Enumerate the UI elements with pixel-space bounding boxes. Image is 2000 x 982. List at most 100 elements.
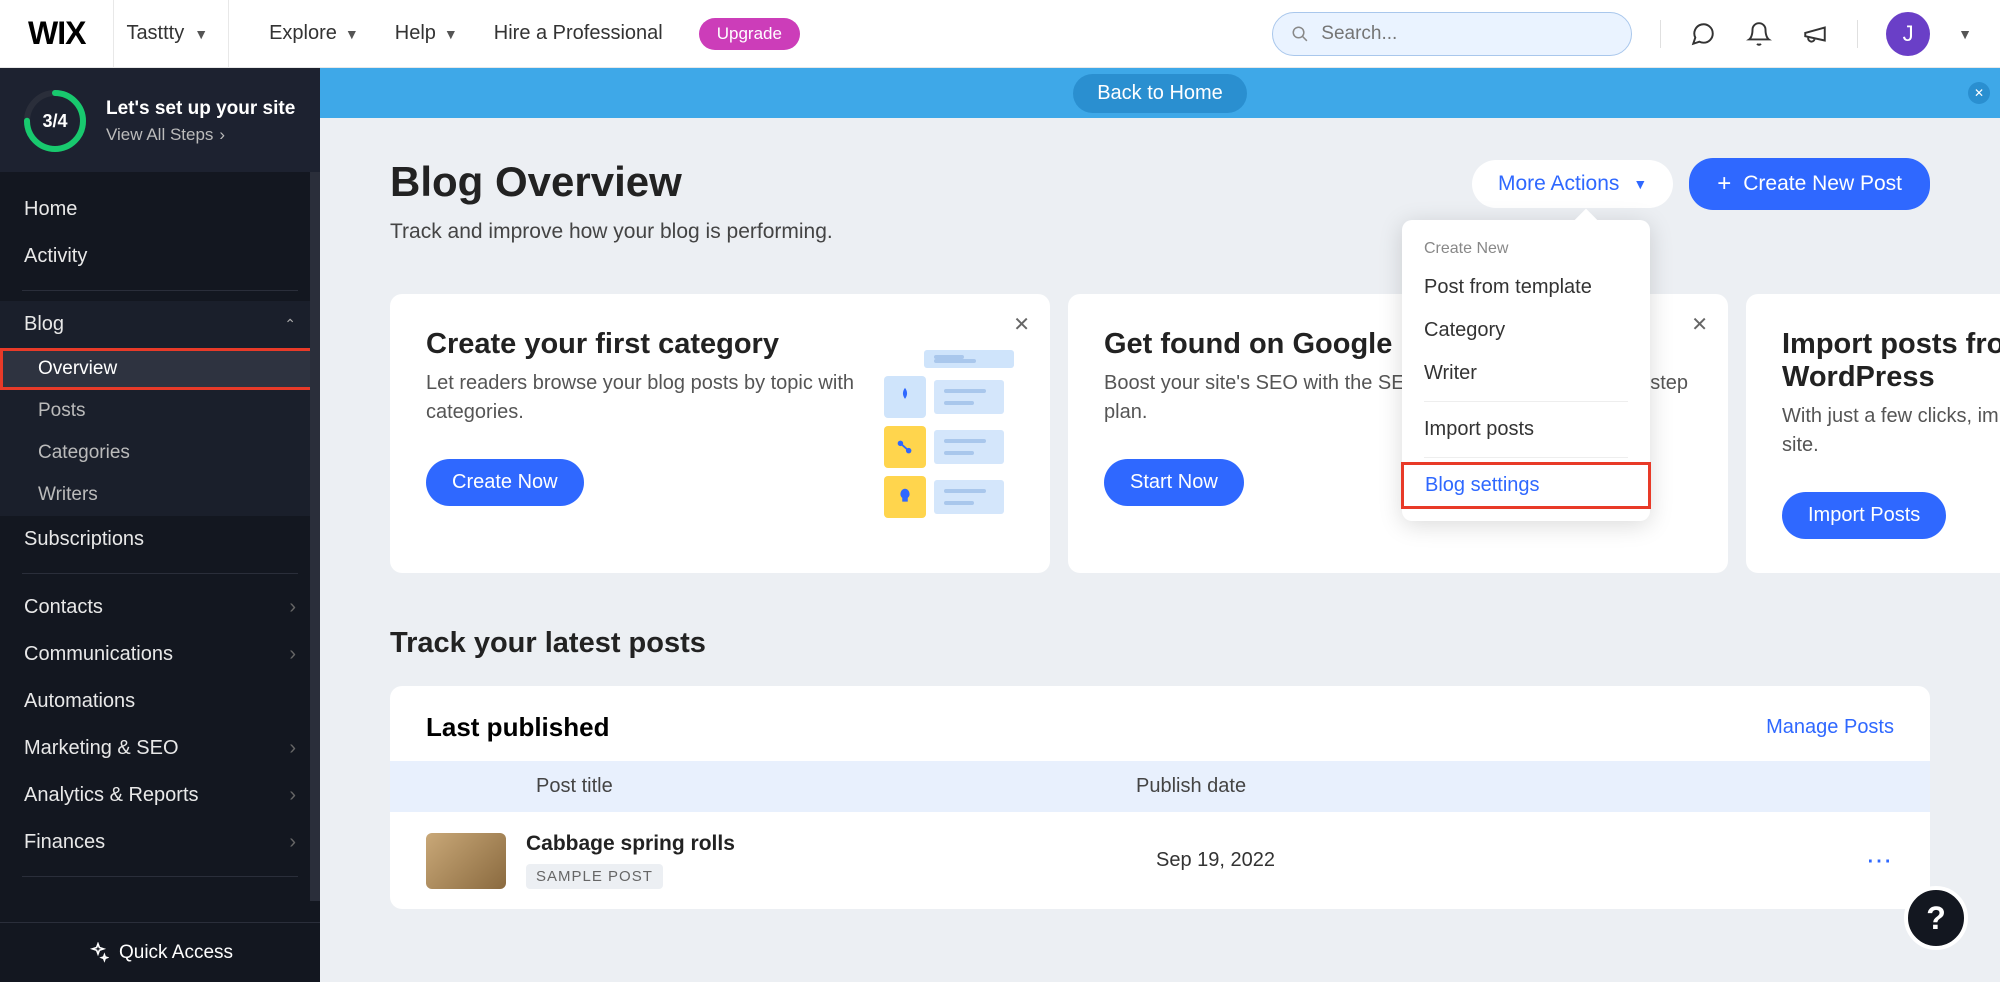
sidebar-item-subscriptions[interactable]: Subscriptions bbox=[0, 516, 320, 563]
label: Communications bbox=[24, 643, 173, 666]
upgrade-button[interactable]: Upgrade bbox=[699, 18, 800, 50]
chevron-down-icon[interactable]: ▼ bbox=[1958, 26, 1972, 42]
sidebar-item-overview[interactable]: Overview bbox=[0, 348, 320, 390]
dd-writer[interactable]: Writer bbox=[1402, 352, 1650, 395]
row-menu-icon[interactable]: ⋯ bbox=[1866, 845, 1894, 876]
sidebar-item-blog[interactable]: Blog ⌃ bbox=[0, 301, 320, 348]
sidebar-item-contacts[interactable]: Contacts› bbox=[0, 584, 320, 631]
avatar[interactable]: J bbox=[1886, 12, 1930, 56]
inbox-icon[interactable] bbox=[1689, 20, 1717, 48]
section-title: Track your latest posts bbox=[390, 627, 1930, 660]
card-text: With just a few clicks, import to your W… bbox=[1782, 402, 2000, 460]
search-input[interactable] bbox=[1321, 23, 1613, 45]
chevron-down-icon: ▼ bbox=[345, 26, 359, 42]
start-now-button[interactable]: Start Now bbox=[1104, 459, 1244, 506]
quick-access-button[interactable]: Quick Access bbox=[0, 922, 320, 982]
chevron-right-icon: › bbox=[289, 737, 296, 760]
dd-import-posts[interactable]: Import posts bbox=[1402, 408, 1650, 451]
sidebar-item-finances[interactable]: Finances › bbox=[0, 819, 320, 866]
more-actions-button[interactable]: More Actions ▼ bbox=[1472, 160, 1673, 208]
nav-hire[interactable]: Hire a Professional bbox=[494, 22, 663, 45]
sidebar-item-posts[interactable]: Posts bbox=[0, 390, 320, 432]
search-box[interactable] bbox=[1272, 12, 1632, 56]
page-subtitle: Track and improve how your blog is perfo… bbox=[390, 220, 833, 244]
topbar: WIX Tasttty ▼ Explore▼ Help▼ Hire a Prof… bbox=[0, 0, 2000, 68]
sidebar-item-analytics[interactable]: Analytics & Reports › bbox=[0, 772, 320, 819]
card-body: Create your first category Let readers b… bbox=[426, 328, 854, 539]
sidebar-group-blog: Blog ⌃ Overview Posts Categories Writers bbox=[0, 301, 320, 516]
cards-row: ✕ Create your first category Let readers… bbox=[390, 294, 1930, 573]
chevron-down-icon: ▼ bbox=[1633, 176, 1647, 192]
progress-ring: 3/4 bbox=[22, 88, 88, 154]
dd-blog-settings[interactable]: Blog settings bbox=[1403, 464, 1649, 507]
table-row[interactable]: Cabbage spring rolls SAMPLE POST Sep 19,… bbox=[390, 812, 1930, 909]
chevron-right-icon: › bbox=[219, 125, 225, 145]
topbar-right: J ▼ bbox=[1272, 12, 1972, 56]
help-button[interactable]: ? bbox=[1904, 886, 1968, 950]
label: Create New Post bbox=[1743, 172, 1902, 196]
banner-close-icon[interactable]: ✕ bbox=[1968, 82, 1990, 104]
nav-explore[interactable]: Explore▼ bbox=[269, 22, 359, 45]
chevron-right-icon: › bbox=[289, 596, 296, 619]
table-header: Post title Publish date bbox=[390, 761, 1930, 812]
chevron-right-icon: › bbox=[289, 643, 296, 666]
header-actions: More Actions ▼ + Create New Post bbox=[1472, 158, 1930, 210]
layout: 3/4 Let's set up your site View All Step… bbox=[0, 68, 2000, 982]
post-title: Cabbage spring rolls bbox=[526, 832, 1136, 856]
view-all-steps-link[interactable]: View All Steps› bbox=[106, 125, 295, 145]
more-actions-dropdown: Create New Post from template Category W… bbox=[1402, 220, 1650, 521]
col-post-title: Post title bbox=[426, 775, 1136, 798]
label: Blog bbox=[24, 313, 64, 336]
sparkle-icon bbox=[87, 942, 109, 964]
back-to-home-button[interactable]: Back to Home bbox=[1073, 74, 1247, 113]
dropdown-pointer bbox=[1575, 209, 1598, 232]
close-icon[interactable]: ✕ bbox=[1013, 312, 1030, 337]
sidebar-item-activity[interactable]: Activity bbox=[0, 233, 320, 280]
chevron-up-icon: ⌃ bbox=[284, 316, 296, 333]
post-thumbnail bbox=[426, 833, 506, 889]
sidebar: 3/4 Let's set up your site View All Step… bbox=[0, 68, 320, 982]
dropdown-heading: Create New bbox=[1402, 236, 1650, 266]
page-title: Blog Overview bbox=[390, 158, 833, 206]
divider bbox=[1660, 20, 1661, 48]
card-illustration bbox=[874, 328, 1014, 539]
setup-text: Let's set up your site View All Steps› bbox=[106, 97, 295, 146]
back-banner: Back to Home ✕ bbox=[320, 68, 2000, 118]
sidebar-item-automations[interactable]: Automations bbox=[0, 678, 320, 725]
sidebar-item-home[interactable]: Home bbox=[0, 186, 320, 233]
create-now-button[interactable]: Create Now bbox=[426, 459, 584, 506]
page-header: Blog Overview Track and improve how your… bbox=[390, 158, 1930, 244]
card-title: Create your first category bbox=[426, 328, 854, 361]
divider bbox=[1424, 457, 1628, 458]
scrollbar[interactable] bbox=[310, 172, 320, 901]
sidebar-item-communications[interactable]: Communications › bbox=[0, 631, 320, 678]
close-icon[interactable]: ✕ bbox=[1691, 312, 1708, 337]
label: Finances bbox=[24, 831, 105, 854]
sidebar-item-writers[interactable]: Writers bbox=[0, 474, 320, 516]
chevron-right-icon: › bbox=[289, 784, 296, 807]
setup-title: Let's set up your site bbox=[106, 97, 295, 122]
label: Analytics & Reports bbox=[24, 784, 199, 807]
highlight-blog-settings: Blog settings bbox=[1403, 464, 1649, 507]
wix-logo[interactable]: WIX bbox=[28, 15, 85, 52]
site-name: Tasttty bbox=[126, 22, 184, 45]
label: Help bbox=[395, 22, 436, 45]
import-posts-button[interactable]: Import Posts bbox=[1782, 492, 1946, 539]
nav-help[interactable]: Help▼ bbox=[395, 22, 458, 45]
sample-badge: SAMPLE POST bbox=[526, 864, 663, 889]
setup-card[interactable]: 3/4 Let's set up your site View All Step… bbox=[0, 68, 320, 172]
dd-category[interactable]: Category bbox=[1402, 309, 1650, 352]
chevron-right-icon: › bbox=[289, 831, 296, 854]
col-publish-date: Publish date bbox=[1136, 775, 1834, 798]
dd-post-from-template[interactable]: Post from template bbox=[1402, 266, 1650, 309]
create-new-post-button[interactable]: + Create New Post bbox=[1689, 158, 1930, 210]
sidebar-item-categories[interactable]: Categories bbox=[0, 432, 320, 474]
manage-posts-link[interactable]: Manage Posts bbox=[1766, 716, 1894, 739]
bell-icon[interactable] bbox=[1745, 20, 1773, 48]
sidebar-item-marketing[interactable]: Marketing & SEO› bbox=[0, 725, 320, 772]
site-selector[interactable]: Tasttty ▼ bbox=[113, 0, 229, 67]
megaphone-icon[interactable] bbox=[1801, 20, 1829, 48]
last-published-title: Last published bbox=[426, 712, 609, 743]
post-date: Sep 19, 2022 bbox=[1156, 849, 1846, 872]
card-body: Import posts from WordPress With just a … bbox=[1782, 328, 2000, 539]
